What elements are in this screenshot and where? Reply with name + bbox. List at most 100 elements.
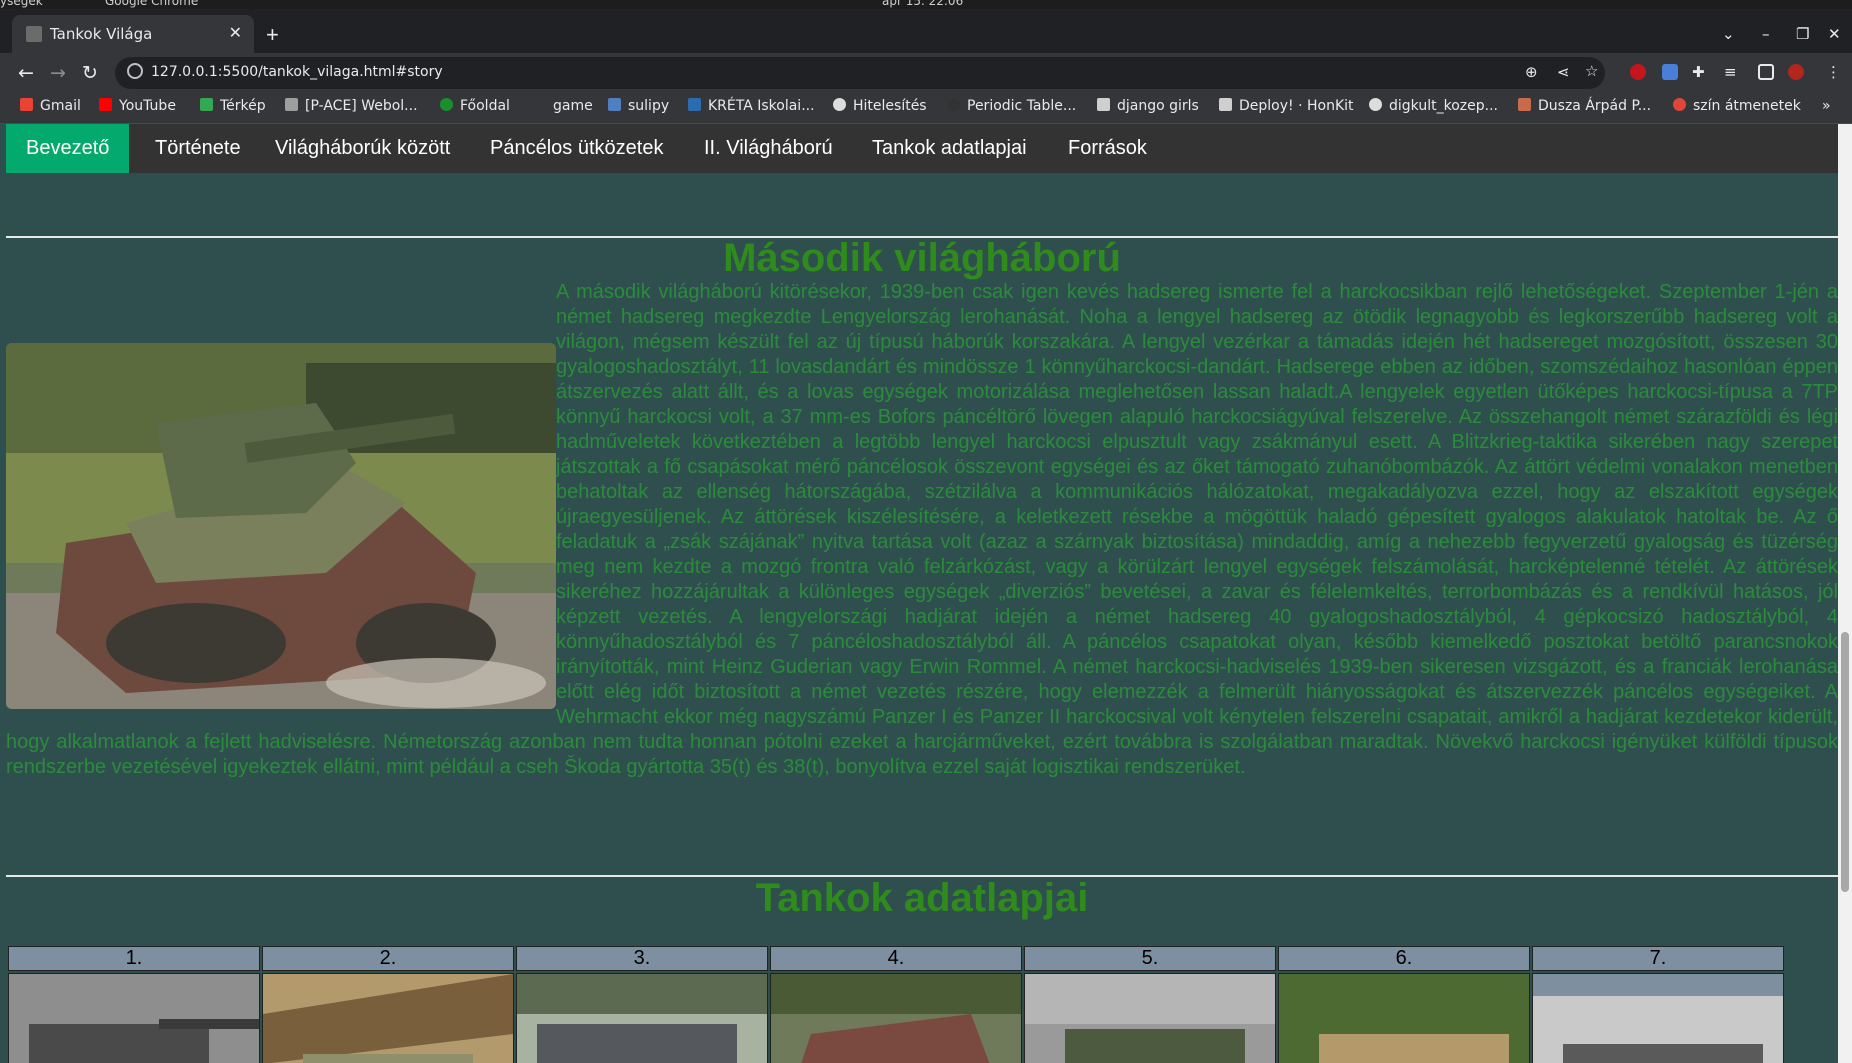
tank-photo-illustration [6, 343, 556, 709]
bookmark-label: Gmail [40, 98, 81, 114]
article-body: A második világháború kitörésekor, 1939-… [6, 280, 1838, 780]
bookmark-periodic-table[interactable]: Periodic Table... [947, 98, 1076, 118]
nav-vilaghaboruk-kozott[interactable]: Világháborúk között [255, 124, 470, 173]
bookmark-kreta[interactable]: KRÉTA Iskolai... [688, 98, 815, 118]
tank-thumbnail-2[interactable] [262, 973, 514, 1063]
bookmark-label: django girls [1117, 98, 1199, 114]
game-icon [533, 98, 546, 111]
os-top-bar: ységek Google Chrome ápr 15. 22:06 [0, 0, 1852, 9]
reload-icon[interactable]: ↻ [82, 62, 98, 84]
tab-strip: Tankok Világa ✕ + ⌄ – ❐ ✕ [0, 9, 1852, 53]
bookmark-terkep[interactable]: Térkép [200, 98, 266, 118]
minimize-icon[interactable]: – [1762, 25, 1770, 43]
bookmark-label: Hitelesítés [853, 98, 927, 114]
bookmark-game[interactable]: game [533, 98, 593, 118]
back-icon[interactable]: ← [18, 62, 34, 84]
tank-thumbnail-5[interactable] [1024, 973, 1276, 1063]
os-app-name: Google Chrome [105, 0, 199, 8]
restore-icon[interactable]: ❐ [1796, 25, 1809, 43]
nav-ii-vilaghaboru[interactable]: II. Világháború [684, 124, 853, 173]
tank-thumbnail-4[interactable] [770, 973, 1022, 1063]
column-header: 5. [1024, 946, 1276, 971]
gmail-icon [20, 98, 33, 111]
tank-thumbnail-6[interactable] [1278, 973, 1530, 1063]
close-tab-icon[interactable]: ✕ [229, 23, 242, 43]
bookmark-szin-atmenetek[interactable]: szín átmenetek [1673, 98, 1801, 118]
github-icon [947, 98, 960, 111]
page-scrollbar[interactable] [1838, 124, 1852, 1063]
ublock-extension-icon[interactable] [1630, 64, 1646, 80]
bookmark-label: Periodic Table... [967, 98, 1077, 114]
browser-tab[interactable]: Tankok Világa ✕ [12, 15, 254, 53]
table-header-row: 1. 2. 3. 4. 5. 6. 7. [8, 946, 1784, 971]
site-navigation: Bevezető Története Világháborúk között P… [6, 124, 1838, 173]
os-activities-label: ységek [0, 0, 43, 8]
bookmark-deploy[interactable]: Deploy! · HonKit [1219, 98, 1354, 118]
profile-avatar[interactable] [1788, 64, 1804, 80]
column-header: 4. [770, 946, 1022, 971]
bookmark-digkult[interactable]: digkult_kozep... [1369, 98, 1498, 118]
share-icon[interactable]: ⋖ [1557, 63, 1570, 81]
bookmark-label: [P-ACE] Webol... [305, 98, 418, 114]
bookmark-label: Dusza Árpád P... [1538, 98, 1652, 114]
kreta-icon [688, 98, 701, 111]
column-header: 7. [1532, 946, 1784, 971]
bookmark-label: YouTube [119, 98, 176, 114]
nav-forrasok[interactable]: Források [1048, 124, 1167, 173]
book-icon [1219, 98, 1232, 111]
youtube-icon [99, 98, 112, 111]
panther-tank-image [6, 343, 556, 709]
site-info-icon[interactable] [127, 63, 143, 79]
bookmark-sulipy[interactable]: sulipy [608, 98, 669, 118]
address-bar[interactable]: 127.0.0.1:5500/tankok_vilaga.html#story … [115, 57, 1605, 89]
browser-toolbar: ← → ↻ 127.0.0.1:5500/tankok_vilaga.html#… [0, 53, 1852, 93]
bookmark-youtube[interactable]: YouTube [99, 98, 176, 118]
side-panel-icon[interactable] [1758, 64, 1774, 80]
tab-search-icon[interactable]: ⌄ [1722, 25, 1735, 43]
column-header: 6. [1278, 946, 1530, 971]
tank-thumbnail-7[interactable] [1532, 973, 1784, 1063]
bookmark-hitelesites[interactable]: Hitelesítés [833, 98, 927, 118]
close-window-icon[interactable]: ✕ [1828, 25, 1841, 43]
menu-kebab-icon[interactable]: ⋮ [1826, 63, 1841, 81]
fooldal-icon [440, 98, 453, 111]
more-bookmarks-icon[interactable]: » [1822, 98, 1831, 118]
bookmark-star-icon[interactable]: ☆ [1585, 62, 1598, 80]
bookmark-pace[interactable]: [P-ACE] Webol... [285, 98, 418, 118]
column-header: 3. [516, 946, 768, 971]
table-row [8, 973, 1784, 1063]
bookmarks-bar: Gmail YouTube Térkép [P-ACE] Webol... Fő… [0, 93, 1852, 124]
forward-icon[interactable]: → [50, 62, 66, 84]
url-text[interactable]: 127.0.0.1:5500/tankok_vilaga.html#story [151, 64, 443, 80]
bookmark-label: sulipy [628, 98, 670, 114]
bookmark-gmail[interactable]: Gmail [20, 98, 81, 118]
bookmark-fooldal[interactable]: Főoldal [440, 98, 510, 118]
bookmark-label: Főoldal [460, 98, 510, 114]
bookmark-label: digkult_kozep... [1389, 98, 1498, 114]
reading-list-icon[interactable]: ≡ [1724, 63, 1737, 81]
bookmark-label: Térkép [220, 98, 266, 114]
nav-bevezeto[interactable]: Bevezető [6, 124, 130, 173]
extensions-puzzle-icon[interactable]: ✚ [1692, 63, 1705, 81]
bookmark-label: Deploy! · HonKit [1239, 98, 1354, 114]
scrollbar-thumb[interactable] [1841, 632, 1849, 892]
zoom-icon[interactable]: ⊕ [1525, 63, 1538, 81]
folder-icon [1097, 98, 1110, 111]
tank-thumbnail-1[interactable] [8, 973, 260, 1063]
tank-thumbnail-3[interactable] [516, 973, 768, 1063]
tank-datasheet-table: 1. 2. 3. 4. 5. 6. 7. [6, 944, 1786, 1063]
bookmark-dusza[interactable]: Dusza Árpád P... [1518, 98, 1651, 118]
tab-title: Tankok Világa [50, 25, 153, 43]
nav-pancelos-utkozetek[interactable]: Páncélos ütközetek [470, 124, 683, 173]
globe-icon [1369, 98, 1382, 111]
new-tab-button[interactable]: + [266, 22, 279, 48]
maps-icon [200, 98, 213, 111]
color-wheel-icon [1673, 98, 1686, 111]
translate-extension-icon[interactable] [1662, 64, 1678, 80]
bookmark-label: game [553, 98, 593, 114]
bookmark-django-girls[interactable]: django girls [1097, 98, 1199, 118]
globe-icon [833, 98, 846, 111]
nav-tankok-adatlapjai[interactable]: Tankok adatlapjai [852, 124, 1047, 173]
nav-tortenete[interactable]: Története [135, 124, 261, 173]
dusza-icon [1518, 98, 1531, 111]
